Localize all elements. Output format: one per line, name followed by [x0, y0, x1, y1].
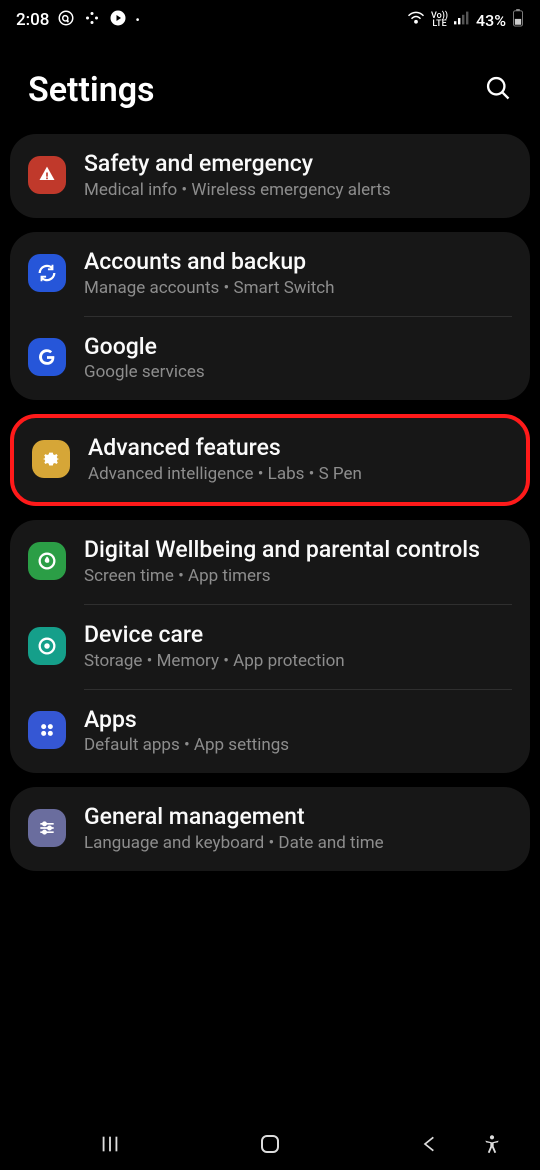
- row-subtitle: Storage • Memory • App protection: [84, 651, 512, 671]
- row-title: General management: [84, 803, 512, 832]
- status-right: Vo)) LTE 43%: [407, 9, 524, 31]
- row-text: Apps Default apps • App settings: [84, 706, 512, 756]
- row-text: General management Language and keyboard…: [84, 803, 512, 853]
- row-title: Safety and emergency: [84, 150, 512, 179]
- status-time: 2:08: [16, 10, 49, 30]
- google-icon: [28, 338, 66, 376]
- row-device-care[interactable]: Device care Storage • Memory • App prote…: [10, 605, 530, 689]
- emergency-icon: [28, 156, 66, 194]
- page-title: Settings: [28, 70, 155, 110]
- row-digital-wellbeing[interactable]: Digital Wellbeing and parental controls …: [10, 520, 530, 604]
- row-general-management[interactable]: General management Language and keyboard…: [10, 787, 530, 871]
- row-text: Device care Storage • Memory • App prote…: [84, 621, 512, 671]
- gear-icon: [32, 440, 70, 478]
- status-left: 2:08 •: [16, 9, 140, 32]
- row-subtitle: Default apps • App settings: [84, 735, 512, 755]
- wifi-icon: [407, 11, 425, 29]
- notification-dot-icon: •: [135, 13, 139, 27]
- signal-icon: [454, 11, 470, 29]
- home-button[interactable]: [240, 1132, 300, 1156]
- status-bar: 2:08 • Vo)) LTE 43%: [0, 0, 540, 40]
- sync-icon: [28, 254, 66, 292]
- recents-button[interactable]: [80, 1133, 140, 1155]
- settings-group: General management Language and keyboard…: [10, 787, 530, 871]
- row-title: Apps: [84, 706, 512, 735]
- settings-group: Accounts and backup Manage accounts • Sm…: [10, 232, 530, 401]
- accessibility-button[interactable]: [462, 1134, 522, 1154]
- search-button[interactable]: [484, 74, 512, 106]
- settings-group: Safety and emergency Medical info • Wire…: [10, 134, 530, 218]
- back-button[interactable]: [400, 1134, 460, 1154]
- row-title: Advanced features: [88, 434, 508, 463]
- play-icon: [109, 9, 127, 32]
- device-care-icon: [28, 627, 66, 665]
- sliders-icon: [28, 809, 66, 847]
- row-google[interactable]: Google Google services: [10, 317, 530, 401]
- row-text: Digital Wellbeing and parental controls …: [84, 536, 512, 586]
- row-accounts-backup[interactable]: Accounts and backup Manage accounts • Sm…: [10, 232, 530, 316]
- row-subtitle: Medical info • Wireless emergency alerts: [84, 180, 512, 200]
- row-apps[interactable]: Apps Default apps • App settings: [10, 690, 530, 774]
- row-text: Safety and emergency Medical info • Wire…: [84, 150, 512, 200]
- search-icon: [484, 74, 512, 102]
- battery-percent: 43%: [476, 11, 506, 30]
- settings-list: Safety and emergency Medical info • Wire…: [0, 134, 540, 871]
- settings-group-highlighted: Advanced features Advanced intelligence …: [10, 414, 530, 506]
- row-subtitle: Google services: [84, 362, 512, 382]
- whatsapp-icon: [57, 9, 75, 32]
- wellbeing-icon: [28, 542, 66, 580]
- row-subtitle: Manage accounts • Smart Switch: [84, 278, 512, 298]
- header: Settings: [0, 40, 540, 134]
- apps-icon: [28, 711, 66, 749]
- row-safety-emergency[interactable]: Safety and emergency Medical info • Wire…: [10, 134, 530, 218]
- row-subtitle: Advanced intelligence • Labs • S Pen: [88, 464, 508, 484]
- navigation-bar: [0, 1118, 540, 1170]
- row-title: Digital Wellbeing and parental controls: [84, 536, 512, 565]
- row-text: Google Google services: [84, 333, 512, 383]
- row-title: Google: [84, 333, 512, 362]
- volte-label: Vo)) LTE: [431, 12, 448, 28]
- row-title: Accounts and backup: [84, 248, 512, 277]
- row-subtitle: Screen time • App timers: [84, 566, 512, 586]
- row-subtitle: Language and keyboard • Date and time: [84, 833, 512, 853]
- battery-icon: [512, 9, 524, 31]
- row-text: Accounts and backup Manage accounts • Sm…: [84, 248, 512, 298]
- row-advanced-features[interactable]: Advanced features Advanced intelligence …: [14, 418, 526, 502]
- slack-icon: [83, 9, 101, 32]
- row-text: Advanced features Advanced intelligence …: [88, 434, 508, 484]
- row-title: Device care: [84, 621, 512, 650]
- settings-group: Digital Wellbeing and parental controls …: [10, 520, 530, 773]
